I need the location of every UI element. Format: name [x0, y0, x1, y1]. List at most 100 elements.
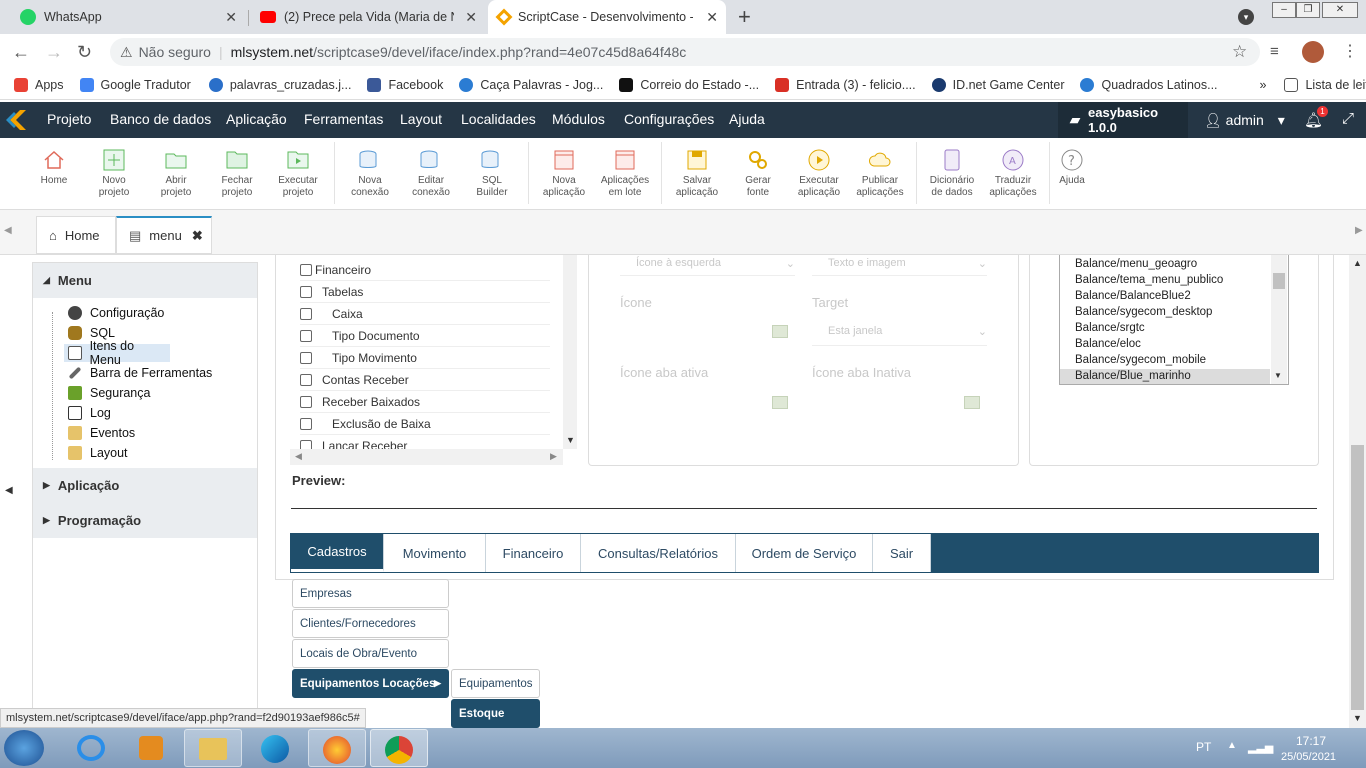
- toolbar-sql-builder[interactable]: SQL Builder: [462, 148, 522, 199]
- browser-tab-whatsapp[interactable]: WhatsApp ✕: [10, 0, 245, 34]
- menu-projeto[interactable]: Projeto: [47, 111, 91, 127]
- toolbar-nova-conexao[interactable]: Nova conexão: [340, 148, 400, 199]
- scroll-left-icon[interactable]: ◀: [4, 225, 12, 236]
- taskbar-chrome[interactable]: [370, 729, 428, 767]
- fullscreen-icon[interactable]: ⤢: [1342, 110, 1354, 127]
- nav-ordem-de-servico[interactable]: Ordem de Serviço: [736, 534, 873, 572]
- tree-node[interactable]: Financeiro: [300, 259, 550, 281]
- checkbox[interactable]: [300, 395, 312, 408]
- toolbar-aplicacoes-em-lote[interactable]: Aplicações em lote: [595, 148, 655, 199]
- target-select[interactable]: Esta janela ⌄: [812, 318, 987, 346]
- bookmark-idnet[interactable]: ID.net Game Center: [931, 77, 1064, 92]
- theme-option-selected[interactable]: Balance/Blue_marinho: [1075, 370, 1191, 382]
- new-tab-button[interactable]: +: [738, 4, 751, 30]
- user-menu[interactable]: 👤︎ admin ▾: [1204, 112, 1285, 129]
- checkbox[interactable]: [300, 417, 312, 430]
- tree-node[interactable]: Caixa: [300, 303, 550, 325]
- taskbar-firefox[interactable]: [308, 729, 366, 767]
- checkbox[interactable]: [300, 373, 312, 386]
- clock-date[interactable]: 25/05/2021: [1281, 751, 1336, 763]
- taskbar-media-player[interactable]: [122, 729, 180, 767]
- close-icon[interactable]: ✕: [465, 9, 477, 26]
- image-icon[interactable]: [772, 396, 788, 409]
- tab-search-icon[interactable]: ▾: [1238, 9, 1254, 25]
- toolbar-executar-projeto[interactable]: Executar projeto: [268, 148, 328, 199]
- submenu-estoque[interactable]: Estoque: [451, 699, 540, 728]
- scrollbar-thumb[interactable]: [1273, 273, 1285, 289]
- toolbar-abrir-projeto[interactable]: Abrir projeto: [146, 148, 206, 199]
- bookmark-palavras[interactable]: palavras_cruzadas.j...: [208, 77, 351, 92]
- browser-tab-scriptcase[interactable]: ScriptCase - Desenvolvimento - a ✕: [488, 0, 726, 34]
- scroll-down-icon[interactable]: ▼: [1274, 371, 1282, 380]
- menu-layout[interactable]: Layout: [400, 111, 442, 127]
- back-icon[interactable]: ←: [12, 42, 30, 63]
- bookmark-apps[interactable]: Apps: [14, 77, 64, 92]
- bookmarks-more[interactable]: »: [1260, 78, 1267, 92]
- tree-node[interactable]: Tipo Movimento: [300, 347, 550, 369]
- browser-menu-icon[interactable]: ⋮: [1342, 41, 1358, 61]
- tree-item-itens-do-menu[interactable]: Itens do Menu: [64, 339, 170, 367]
- nav-sair[interactable]: Sair: [873, 534, 931, 572]
- tree-scrollbar[interactable]: [563, 255, 577, 449]
- submenu-equipamentos[interactable]: Equipamentos: [451, 669, 540, 698]
- close-window-button[interactable]: ✕: [1322, 2, 1358, 18]
- dropdown-clientes-fornecedores[interactable]: Clientes/Fornecedores: [292, 609, 449, 638]
- section-programacao[interactable]: ▶ Programação: [33, 503, 257, 538]
- tree-item-barra-de-ferramentas[interactable]: Barra de Ferramentas: [68, 364, 212, 382]
- toolbar-ajuda[interactable]: ? Ajuda: [1042, 148, 1102, 187]
- toolbar-novo-projeto[interactable]: Novo projeto: [84, 148, 144, 199]
- menu-ferramentas[interactable]: Ferramentas: [304, 111, 383, 127]
- toolbar-traduzir-aplicacoes[interactable]: A Traduzir aplicações: [983, 148, 1043, 199]
- dropdown-equipamentos-locacoes[interactable]: Equipamentos Locações ▶: [292, 669, 449, 698]
- toolbar-fechar-projeto[interactable]: Fechar projeto: [207, 148, 267, 199]
- theme-option[interactable]: Balance/tema_menu_publico: [1075, 274, 1223, 286]
- tree-item-configuracao[interactable]: Configuração: [68, 304, 164, 322]
- start-button[interactable]: [4, 730, 44, 766]
- tree-node[interactable]: Tabelas: [300, 281, 550, 303]
- menu-banco-de-dados[interactable]: Banco de dados: [110, 111, 211, 127]
- taskbar-ie[interactable]: [62, 729, 120, 767]
- toolbar-executar-aplicacao[interactable]: Executar aplicação: [789, 148, 849, 199]
- bookmark-quadrados[interactable]: Quadrados Latinos...: [1080, 77, 1218, 92]
- clock-time[interactable]: 17:17: [1296, 734, 1326, 748]
- toolbar-editar-conexao[interactable]: Editar conexão: [401, 148, 461, 199]
- reading-mode-icon[interactable]: ≡: [1270, 43, 1279, 60]
- theme-option[interactable]: Balance/BalanceBlue2: [1075, 290, 1191, 302]
- menu-ajuda[interactable]: Ajuda: [729, 111, 765, 127]
- taskbar-explorer[interactable]: [184, 729, 242, 767]
- reload-icon[interactable]: ↻: [77, 42, 92, 63]
- tray-up-icon[interactable]: ▲: [1227, 740, 1237, 751]
- theme-option[interactable]: Balance/eloc: [1075, 338, 1141, 350]
- toolbar-nova-aplicacao[interactable]: Nova aplicação: [534, 148, 594, 199]
- tree-hscrollbar[interactable]: [290, 449, 563, 465]
- tree-item-layout[interactable]: Layout: [68, 444, 128, 462]
- dropdown-empresas[interactable]: Empresas: [292, 579, 449, 608]
- nav-cadastros[interactable]: Cadastros: [291, 534, 384, 572]
- bookmark-google-tradutor[interactable]: Google Tradutor: [79, 77, 191, 92]
- taskbar-edge[interactable]: [246, 729, 304, 767]
- image-icon[interactable]: [964, 396, 980, 409]
- toolbar-dicionario-de-dados[interactable]: Dicionário de dados: [922, 148, 982, 199]
- theme-option[interactable]: Balance/sygecom_mobile: [1075, 354, 1206, 366]
- tree-node[interactable]: Receber Baixados: [300, 391, 550, 413]
- tree-node[interactable]: Exclusão de Baixa: [300, 413, 550, 435]
- collapse-panel-icon[interactable]: ◀: [5, 485, 13, 496]
- toolbar-salvar-aplicacao[interactable]: Salvar aplicação: [667, 148, 727, 199]
- checkbox[interactable]: [300, 307, 312, 320]
- forward-icon[interactable]: →: [45, 42, 63, 63]
- bookmark-facebook[interactable]: Facebook: [367, 77, 443, 92]
- menu-modulos[interactable]: Módulos: [552, 111, 605, 127]
- url-field[interactable]: ⚠ Não seguro | mlsystem.net /scriptcase9…: [110, 38, 1260, 66]
- scroll-right-icon[interactable]: ▶: [550, 451, 557, 462]
- tree-item-seguranca[interactable]: Segurança: [68, 384, 150, 402]
- dropdown-locais-obra-evento[interactable]: Locais de Obra/Evento: [292, 639, 449, 668]
- checkbox[interactable]: [300, 263, 312, 276]
- menu-aplicacao[interactable]: Aplicação: [226, 111, 287, 127]
- checkbox[interactable]: [300, 351, 312, 364]
- close-icon[interactable]: ✕: [225, 9, 237, 26]
- tab-home[interactable]: ⌂ Home: [36, 216, 116, 254]
- bookmark-caca-palavras[interactable]: Caça Palavras - Jog...: [459, 77, 603, 92]
- toolbar-publicar-aplicacoes[interactable]: Publicar aplicações: [850, 148, 910, 199]
- image-icon[interactable]: [772, 325, 788, 338]
- project-selector[interactable]: ▰ easybasico 1.0.0: [1058, 102, 1188, 138]
